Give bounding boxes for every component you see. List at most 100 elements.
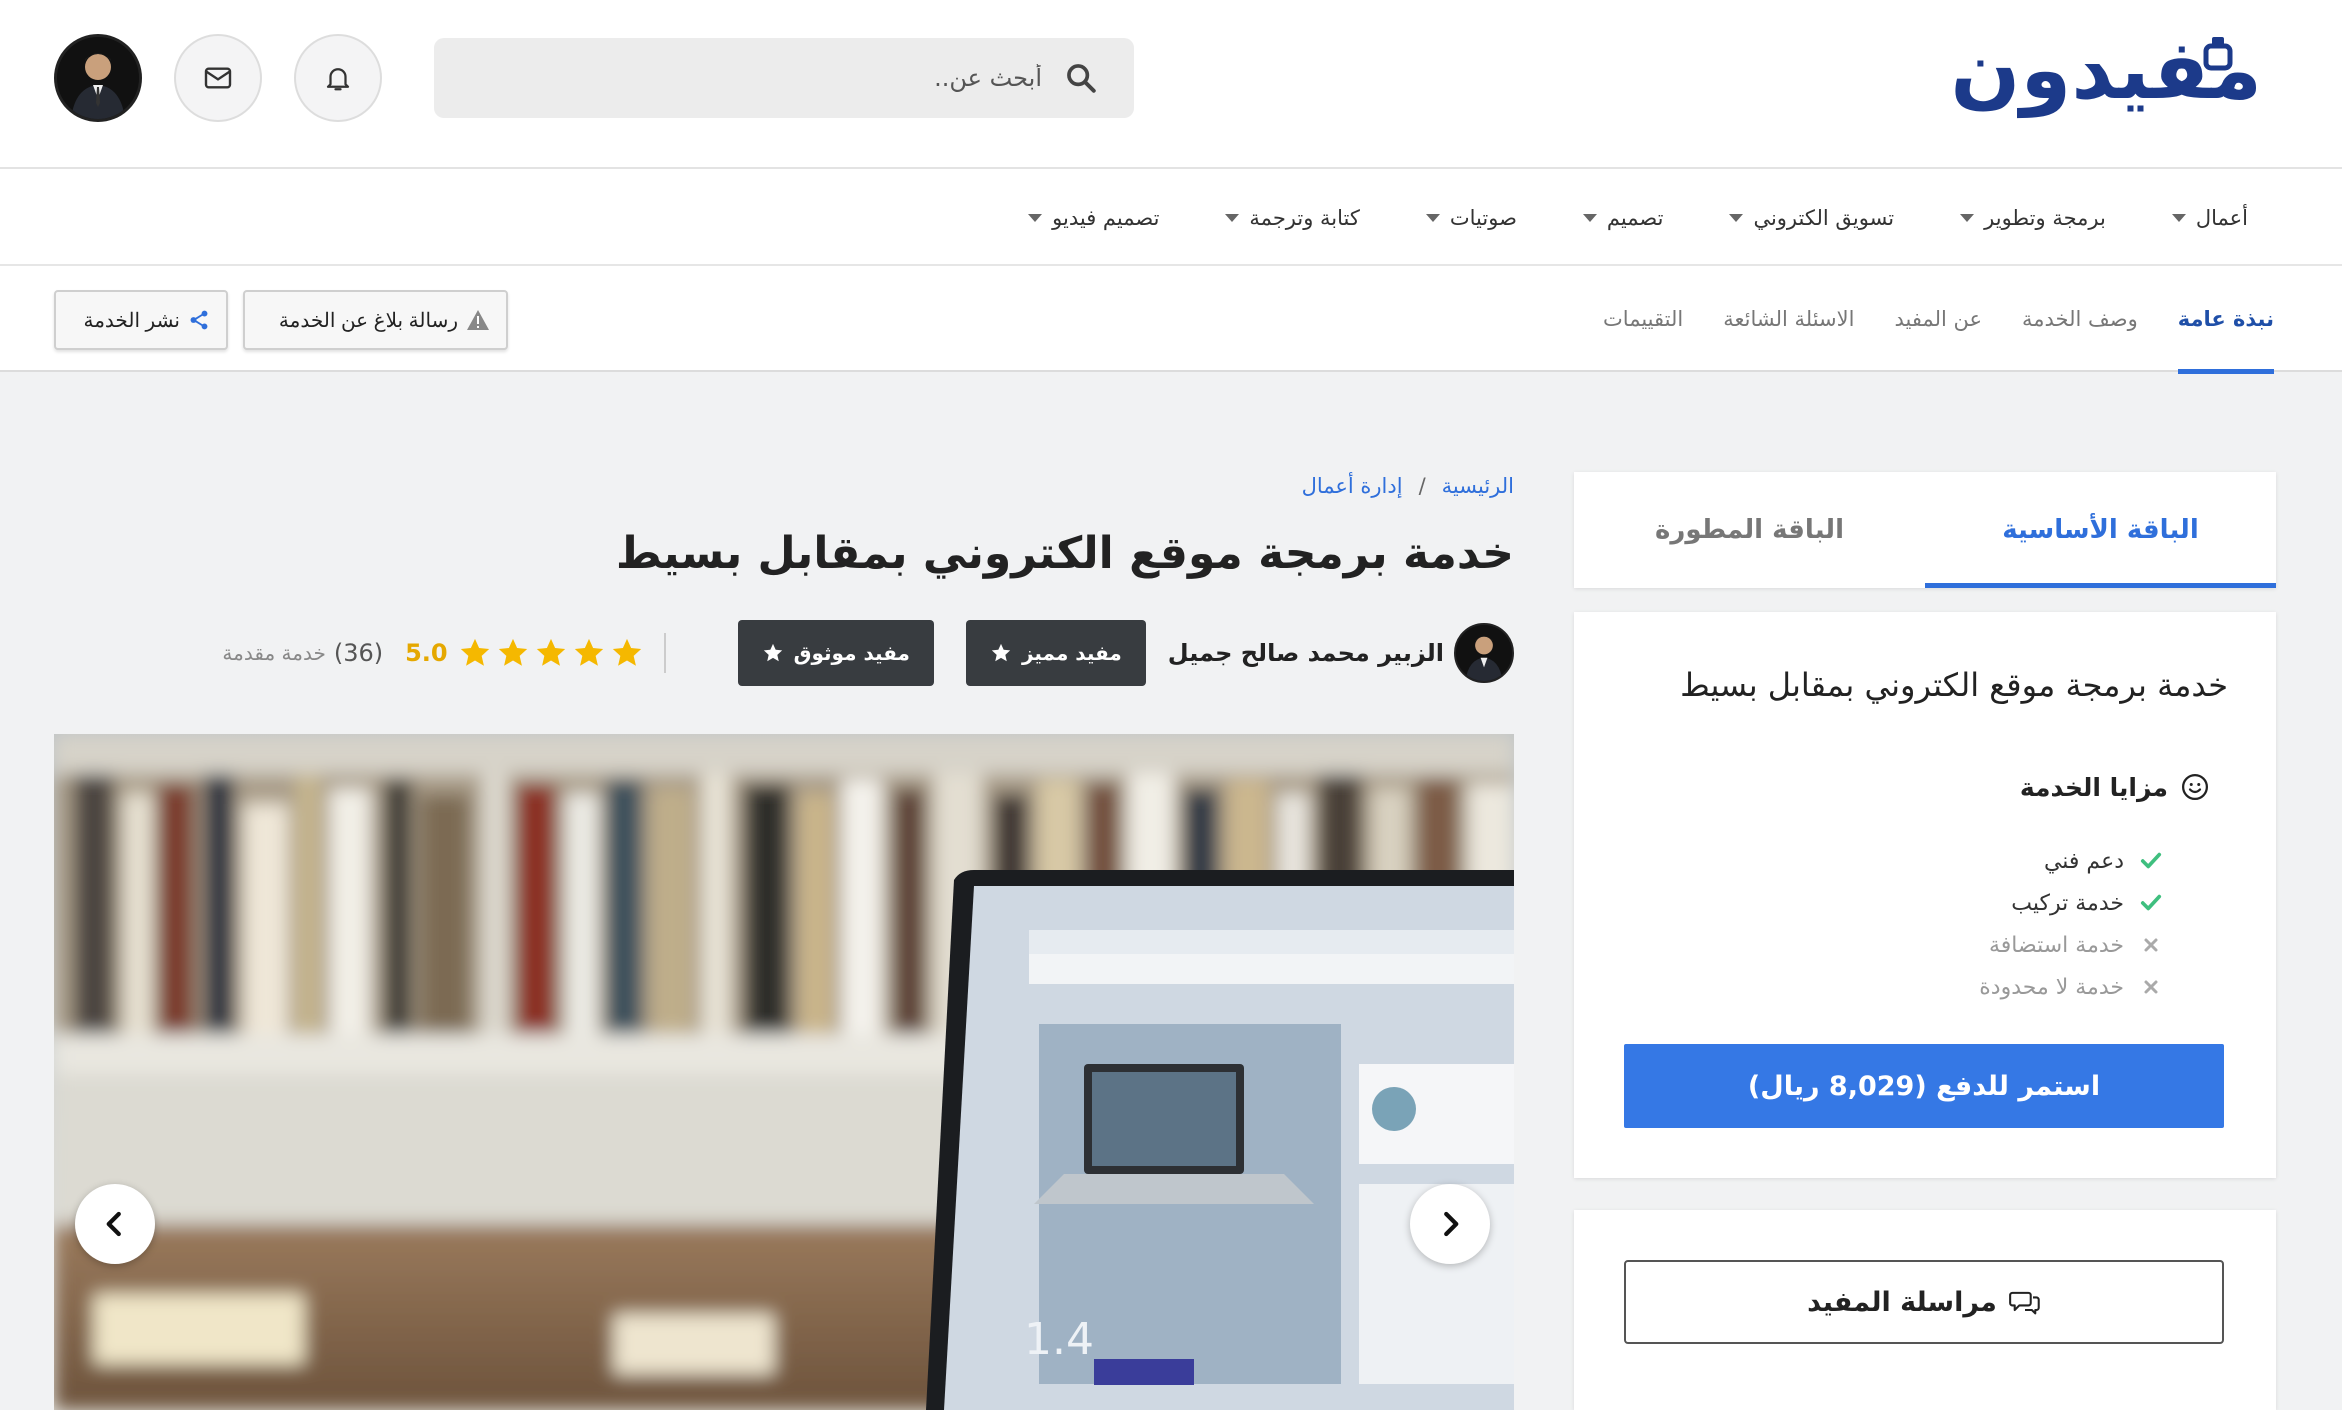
breadcrumb-home[interactable]: الرئيسية xyxy=(1442,474,1514,498)
star-icon xyxy=(763,643,782,662)
category-item[interactable]: برمجة وتطوير xyxy=(1960,206,2106,230)
feature-item: دعم فني xyxy=(1979,840,2164,882)
category-list: أعمال برمجة وتطوير تسويق الكتروني تصميم … xyxy=(1028,169,2248,266)
service-image: 1.4 xyxy=(54,734,1514,1410)
feature-label: دعم فني xyxy=(2043,848,2124,874)
report-service-button[interactable]: رسالة بلاغ عن الخدمة xyxy=(243,290,508,350)
breadcrumb-category[interactable]: إدارة أعمال xyxy=(1302,474,1403,498)
warning-icon xyxy=(467,310,489,330)
search-icon xyxy=(1067,64,1096,93)
search-input[interactable] xyxy=(482,64,1042,92)
seller-avatar-image xyxy=(1456,625,1512,681)
features-heading: مزايا الخدمة xyxy=(2020,772,2210,802)
notifications-button[interactable] xyxy=(294,34,382,122)
avatar-image xyxy=(57,37,139,119)
star-icon xyxy=(460,638,489,666)
chevron-left-icon xyxy=(106,1211,121,1237)
category-nav: أعمال برمجة وتطوير تسويق الكتروني تصميم … xyxy=(0,169,2342,266)
svg-text:1.4: 1.4 xyxy=(1024,1314,1094,1365)
category-label: تصميم xyxy=(1606,205,1664,230)
feature-item: خدمة استضافة xyxy=(1979,924,2164,966)
report-label: رسالة بلاغ عن الخدمة xyxy=(278,309,458,332)
category-item[interactable]: تصميم فيديو xyxy=(1028,206,1159,230)
smile-icon xyxy=(2182,774,2208,800)
top-header: مفيدون xyxy=(0,0,2342,169)
package-tabs: الباقة الأساسية الباقة المطورة xyxy=(1574,472,2276,588)
star-icon xyxy=(536,638,565,666)
caret-down-icon xyxy=(1960,213,1975,222)
caret-down-icon xyxy=(1425,213,1440,222)
message-seller-label: مراسلة المفيد xyxy=(1807,1286,1997,1318)
star-icon xyxy=(498,638,527,666)
category-item[interactable]: كتابة وترجمة xyxy=(1225,205,1360,230)
breadcrumb: الرئيسية / إدارة أعمال xyxy=(1302,474,1514,498)
caret-down-icon xyxy=(1028,213,1043,222)
x-icon xyxy=(2144,980,2158,994)
seller-name[interactable]: الزبير محمد صالح جميل xyxy=(1168,639,1444,667)
service-image-carousel: 1.4 xyxy=(54,734,1514,1410)
share-label: نشر الخدمة xyxy=(83,309,181,332)
star-icon xyxy=(991,643,1011,662)
features-list: دعم فني خدمة تركيب خدمة استضافة خدمة لا … xyxy=(1979,840,2164,1008)
chevron-right-icon xyxy=(1444,1211,1459,1237)
rating-value: 5.0 xyxy=(405,639,448,667)
rating-stars xyxy=(458,636,644,670)
category-label: صوتيات xyxy=(1449,205,1517,230)
brand-logo[interactable]: مفيدون xyxy=(1950,30,2264,112)
category-item[interactable]: صوتيات xyxy=(1425,205,1517,230)
carousel-prev-button[interactable] xyxy=(75,1184,155,1264)
x-icon xyxy=(2144,938,2158,952)
category-label: تسويق الكتروني xyxy=(1753,205,1895,230)
tab-reviews[interactable]: التقييمات xyxy=(1603,266,1683,372)
bell-icon xyxy=(326,68,350,91)
tab-about-seller[interactable]: عن المفيد xyxy=(1894,266,1982,372)
seller-row: الزبير محمد صالح جميل مفيد مميز مفيد موث… xyxy=(222,620,1514,686)
feature-item: خدمة لا محدودة xyxy=(1979,966,2164,1008)
mail-icon xyxy=(204,67,232,89)
caret-down-icon xyxy=(2171,213,2186,222)
tab-description[interactable]: وصف الخدمة xyxy=(2022,266,2138,372)
service-title: خدمة برمجة موقع الكتروني بمقابل بسيط xyxy=(615,528,1514,579)
category-label: برمجة وتطوير xyxy=(1984,205,2106,230)
caret-down-icon xyxy=(1225,213,1240,222)
continue-to-payment-button[interactable]: استمر للدفع (8,029 ريال) xyxy=(1624,1044,2224,1128)
caret-down-icon xyxy=(1582,213,1597,222)
share-icon xyxy=(190,310,208,330)
package-card: خدمة برمجة موقع الكتروني بمقابل بسيط مزا… xyxy=(1574,612,2276,1178)
feature-label: خدمة لا محدودة xyxy=(1979,974,2124,1000)
carousel-next-button[interactable] xyxy=(1410,1184,1490,1264)
check-icon xyxy=(2140,894,2162,911)
category-item[interactable]: تصميم xyxy=(1582,205,1664,230)
contact-seller-card: مراسلة المفيد xyxy=(1574,1210,2276,1410)
messages-button[interactable] xyxy=(174,34,262,122)
logo-mark-icon xyxy=(2203,37,2233,71)
package-title: خدمة برمجة موقع الكتروني بمقابل بسيط xyxy=(1680,666,2228,704)
star-icon xyxy=(612,638,641,666)
message-seller-button[interactable]: مراسلة المفيد xyxy=(1624,1260,2224,1344)
user-avatar[interactable] xyxy=(54,34,142,122)
badge-label: مفيد موثوق xyxy=(793,641,910,665)
tab-advanced-package[interactable]: الباقة المطورة xyxy=(1574,472,1925,588)
tab-basic-package[interactable]: الباقة الأساسية xyxy=(1925,472,2276,588)
star-icon xyxy=(574,638,603,666)
category-item[interactable]: تسويق الكتروني xyxy=(1729,206,1894,230)
feature-item: خدمة تركيب xyxy=(1979,882,2164,924)
caret-down-icon xyxy=(1729,213,1744,222)
share-service-button[interactable]: نشر الخدمة xyxy=(54,290,228,350)
search-bar[interactable] xyxy=(434,38,1134,118)
rating-label: خدمة مقدمة xyxy=(222,641,326,665)
tab-faq[interactable]: الاسئلة الشائعة xyxy=(1723,266,1854,372)
section-tabs: نبذة عامة وصف الخدمة عن المفيد الاسئلة ا… xyxy=(1603,266,2275,374)
category-item[interactable]: أعمال xyxy=(2171,205,2248,230)
rating-count: (36) xyxy=(333,639,384,667)
seller-avatar[interactable] xyxy=(1454,623,1514,683)
divider xyxy=(663,633,666,673)
category-label: أعمال xyxy=(2195,205,2248,230)
check-icon xyxy=(2140,852,2162,869)
category-label: كتابة وترجمة xyxy=(1249,205,1360,230)
trusted-badge: مفيد موثوق xyxy=(737,620,934,686)
chat-icon xyxy=(2008,1291,2040,1315)
tab-overview[interactable]: نبذة عامة xyxy=(2177,266,2275,374)
breadcrumb-separator: / xyxy=(1418,474,1426,498)
feature-label: خدمة استضافة xyxy=(1989,932,2124,958)
